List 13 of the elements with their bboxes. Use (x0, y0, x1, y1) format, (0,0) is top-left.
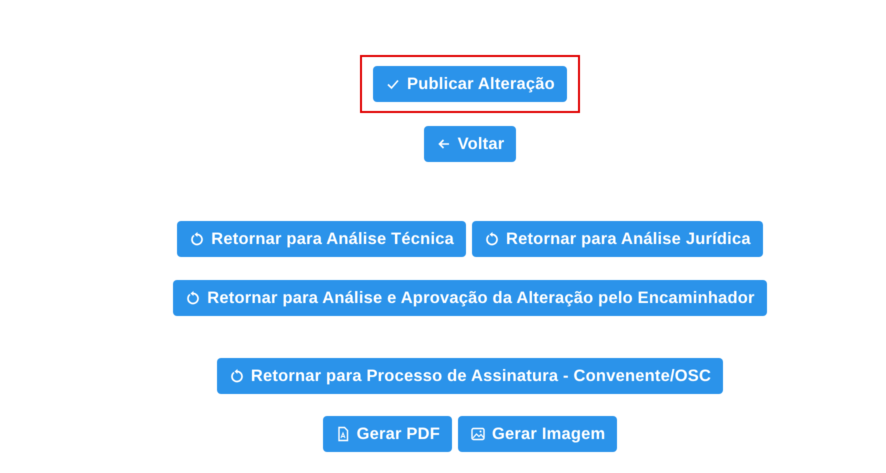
action-button[interactable]: Retornar para Análise Técnica (177, 221, 466, 257)
undo-icon (185, 290, 202, 306)
action-button[interactable]: Retornar para Análise Jurídica (472, 221, 763, 257)
action-button[interactable]: Retornar para Processo de Assinatura - Convenente/OSC (216, 358, 724, 394)
action-button[interactable]: Voltar (424, 126, 516, 162)
action-button[interactable]: Retornar para Análise e Aprovação da Alteração pelo Encaminhador (173, 280, 767, 316)
image-icon (470, 426, 486, 442)
undo-icon (228, 368, 245, 384)
undo-icon (189, 231, 206, 247)
action-button[interactable]: Gerar Imagem (458, 416, 618, 452)
action-button[interactable]: Publicar Alteração (373, 66, 567, 102)
action-button[interactable]: Gerar PDF (322, 416, 452, 452)
undo-icon (484, 231, 500, 247)
